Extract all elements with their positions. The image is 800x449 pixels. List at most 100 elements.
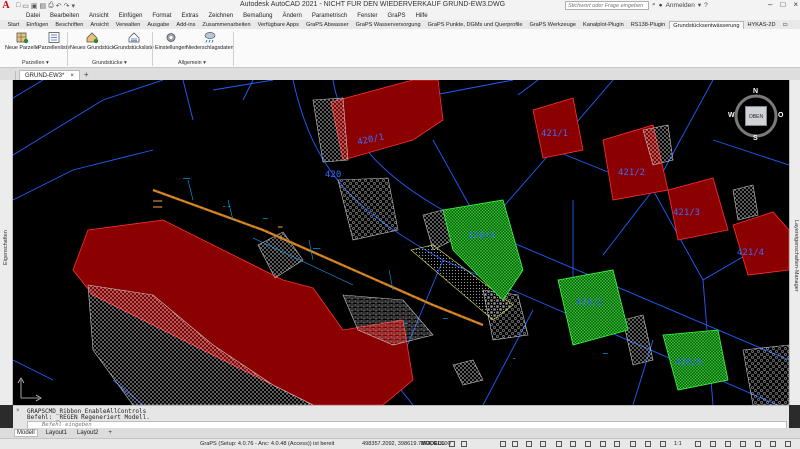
otrack-icon[interactable]: [540, 441, 546, 447]
viewcube-face[interactable]: OBEN: [745, 106, 767, 126]
osnap-icon[interactable]: [526, 441, 532, 447]
clean-screen-icon[interactable]: [770, 441, 776, 447]
panel-title-grundstuecke[interactable]: Grundstücke ▾: [92, 60, 127, 66]
search-input[interactable]: [565, 1, 649, 10]
sign-in-label[interactable]: Anmelden: [666, 2, 695, 9]
annotation-visibility-icon[interactable]: [660, 441, 666, 447]
menu-item[interactable]: Extras: [181, 13, 198, 19]
ribbon-tab[interactable]: GraPS Punkte, DGMs und Querprofile: [424, 21, 526, 29]
ribbon-tab[interactable]: Verwalten: [112, 21, 144, 29]
properties-palette[interactable]: Eigenschaften: [0, 80, 13, 405]
customize-menu-icon[interactable]: [785, 441, 791, 447]
grid-icon[interactable]: [449, 441, 455, 447]
minimize-icon[interactable]: –: [768, 0, 772, 9]
menu-item[interactable]: Ansicht: [89, 13, 109, 19]
workspace-gear-icon[interactable]: [695, 441, 701, 447]
ortho-icon[interactable]: [500, 441, 506, 447]
quick-properties-icon[interactable]: [740, 441, 746, 447]
menu-item[interactable]: Format: [152, 13, 171, 19]
ribbon-tab[interactable]: Start: [4, 21, 23, 29]
start-tab-icon[interactable]: [4, 71, 16, 80]
ribbon-tab[interactable]: GraPS Werkzeuge: [526, 21, 580, 29]
status-model-toggle[interactable]: MODELL: [421, 441, 445, 447]
add-layout-button[interactable]: +: [106, 430, 114, 436]
cart-icon[interactable]: ▾: [698, 1, 701, 9]
layer-manager-palette[interactable]: Layereigenschaften-Manager: [789, 80, 800, 405]
panel-title-parzellen[interactable]: Parzellen ▾: [22, 60, 49, 66]
menu-item[interactable]: Fenster: [357, 13, 377, 19]
menu-item[interactable]: Zeichnen: [208, 13, 233, 19]
ribbon-minimize-icon[interactable]: ▭: [779, 21, 791, 29]
viewcube-north[interactable]: N: [753, 88, 758, 95]
binoculars-icon[interactable]: ⌕: [652, 1, 656, 9]
plot-icon[interactable]: ⎙: [48, 2, 54, 10]
menu-item[interactable]: GraPS: [388, 13, 406, 19]
help-icon[interactable]: ?: [704, 2, 708, 9]
viewcube-east[interactable]: O: [778, 112, 783, 119]
ribbon-tab[interactable]: Beschriften: [52, 21, 87, 29]
ribbon-tab[interactable]: Einfügen: [23, 21, 52, 29]
new-tab-button[interactable]: +: [84, 70, 89, 80]
annotation-scale[interactable]: 1:1: [674, 441, 682, 447]
panel-title-allgemein[interactable]: Allgemein ▾: [178, 60, 206, 66]
menu-item[interactable]: Bemaßung: [243, 13, 272, 19]
viewcube-south[interactable]: S: [753, 135, 758, 142]
ribbon-tab[interactable]: GraPS Wasserversorgung: [352, 21, 424, 29]
snap-icon[interactable]: [461, 441, 467, 447]
menu-item[interactable]: Bearbeiten: [50, 13, 79, 19]
app-logo[interactable]: A: [0, 0, 12, 11]
new-file-icon[interactable]: □: [16, 2, 20, 10]
drawing-canvas[interactable]: ━━━ ━ ━ ━━ ━━━ ━━ ━━ ━ ━━ ▬▬▬▬ ▬▬▬▬ ▬▬ 4…: [13, 80, 789, 405]
menu-item[interactable]: Datei: [26, 13, 40, 19]
gizmo-icon[interactable]: [645, 441, 651, 447]
open-file-icon[interactable]: ▭: [22, 2, 29, 10]
ribbon-tab[interactable]: Ansicht: [87, 21, 112, 29]
close-tab-icon[interactable]: ×: [70, 71, 74, 81]
ribbon-tab[interactable]: Zusammenarbeiten: [199, 21, 254, 29]
selection-filter-icon[interactable]: [630, 441, 636, 447]
ribbon-tab[interactable]: Verfügbare Apps: [254, 21, 302, 29]
ribbon-tab[interactable]: Add-ins: [173, 21, 199, 29]
polar-icon[interactable]: [512, 441, 518, 447]
user-area[interactable]: ⌕ ● Anmelden ▾ ?: [652, 1, 708, 9]
new-property-button[interactable]: Neues Grundstück: [70, 31, 115, 51]
ribbon-tabs: Start Einfügen Beschriften Ansicht Verwa…: [0, 20, 800, 29]
ribbon-tab[interactable]: HYKAS-2D: [744, 21, 779, 29]
selection-cycling-icon[interactable]: [585, 441, 591, 447]
doc-tab-active[interactable]: GRUND-EW3* ×: [19, 70, 80, 80]
ribbon-tab[interactable]: GraPS Abwasser: [302, 21, 352, 29]
isolate-objects-icon[interactable]: [755, 441, 761, 447]
undo-icon[interactable]: ↶: [56, 2, 62, 10]
dynamic-ucs-icon[interactable]: [614, 441, 620, 447]
new-parcel-button[interactable]: Neue Parzelle: [5, 31, 39, 51]
transparency-icon[interactable]: [570, 441, 576, 447]
3d-osnap-icon[interactable]: [600, 441, 606, 447]
command-close-icon[interactable]: ×: [16, 408, 20, 414]
ribbon-tab-active[interactable]: Grundstücksentwässerung: [668, 21, 745, 29]
lineweight-icon[interactable]: [556, 441, 562, 447]
viewcube[interactable]: OBEN N S W O: [728, 88, 784, 144]
menu-item[interactable]: Hilfe: [416, 13, 428, 19]
ribbon-tab[interactable]: Kanalplot-Plugin: [580, 21, 628, 29]
close-icon[interactable]: ×: [793, 0, 798, 9]
ribbon-tab[interactable]: Ausgabe: [144, 21, 173, 29]
maximize-icon[interactable]: □: [780, 0, 785, 9]
annotation-monitor-icon[interactable]: [710, 441, 716, 447]
save-as-icon[interactable]: ▤: [39, 2, 46, 10]
parcel-list-button[interactable]: Parzellenliste: [38, 31, 70, 51]
menu-item[interactable]: Einfügen: [119, 13, 143, 19]
precipitation-button[interactable]: Niederschlagsdaten: [186, 31, 234, 51]
ribbon-tab[interactable]: RS138-Plugin: [627, 21, 669, 29]
menu-item[interactable]: Parametrisch: [312, 13, 347, 19]
layout-tab-model[interactable]: Modell: [14, 429, 38, 437]
layout-tab[interactable]: Layout2: [75, 430, 100, 436]
menu-item[interactable]: Ändern: [283, 13, 302, 19]
settings-button[interactable]: Einstellungen: [155, 31, 187, 51]
viewcube-west[interactable]: W: [728, 112, 735, 119]
dropdown-icon[interactable]: ▾: [71, 2, 75, 10]
units-icon[interactable]: [725, 441, 731, 447]
layout-tab[interactable]: Layout1: [44, 430, 69, 436]
save-icon[interactable]: ▣: [31, 2, 38, 10]
property-list-button[interactable]: Grundstücksliste: [114, 31, 154, 51]
redo-icon[interactable]: ↷: [64, 2, 70, 10]
